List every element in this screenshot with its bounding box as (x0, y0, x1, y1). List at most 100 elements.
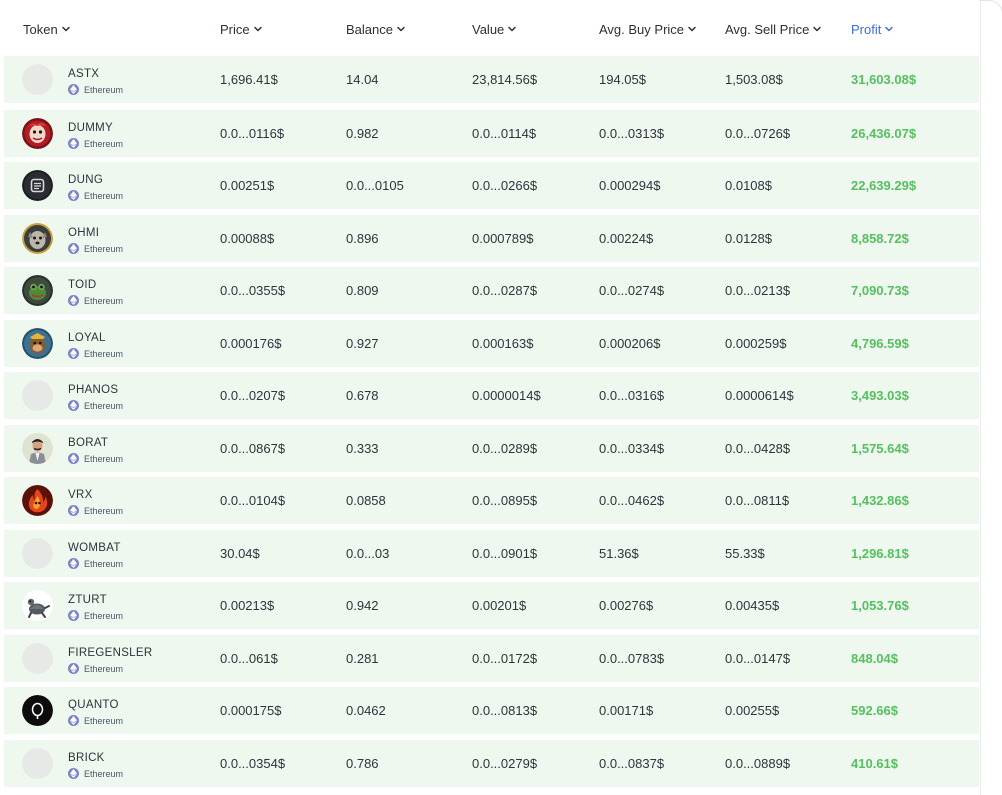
table-row[interactable]: PHANOS Ethereum 0.0...0207$ 0.678 0.0000014$… (4, 372, 979, 419)
token-symbol[interactable]: ASTX (68, 68, 99, 80)
token-symbol[interactable]: DUMMY (68, 122, 113, 134)
table-row[interactable]: DUMMY Ethereum 0.0...0116$ 0.982 0.0...0114$… (4, 110, 979, 157)
token-symbol[interactable]: TOID (68, 279, 96, 291)
balance-cell: 0.678 (346, 388, 379, 403)
balance-cell: 0.333 (346, 441, 379, 456)
token-avatar (22, 380, 53, 411)
balance-cell: 0.927 (346, 336, 379, 351)
balance-cell: 0.0...03 (346, 546, 390, 561)
token-avatar (22, 643, 53, 674)
table-row[interactable]: BORAT Ethereum 0.0...0867$ 0.333 0.0...0289$… (4, 425, 979, 472)
avg-buy-price-cell: 194.05$ (599, 72, 646, 87)
profit-cell: 410.61$ (851, 756, 898, 771)
sort-profit-header[interactable]: Profit (851, 20, 894, 38)
scrollbar-thumb[interactable] (994, 14, 1000, 790)
token-profit-table: Token Price Balance Value Avg. Buy Price… (0, 0, 1002, 795)
header-label: Profit (851, 21, 882, 37)
avg-buy-price-cell: 51.36$ (599, 546, 639, 561)
avg-sell-price-cell: 0.0108$ (725, 178, 772, 193)
token-symbol[interactable]: BRICK (68, 752, 105, 764)
token-avatar (22, 275, 53, 306)
chain-label: Ethereum (84, 558, 124, 569)
table-row[interactable]: TOID Ethereum 0.0...0355$ 0.809 0.0...0287$ 0… (4, 267, 979, 314)
header-label: Avg. Sell Price (725, 21, 810, 37)
ethereum-icon (68, 453, 79, 464)
table-row[interactable]: VRX Ethereum 0.0...0104$ 0.0858 0.0...0895$ 0… (4, 477, 979, 524)
chain-label: Ethereum (84, 453, 124, 464)
table-row[interactable]: LOYAL Ethereum 0.000176$ 0.927 0.000163$ 0.00… (4, 320, 979, 367)
balance-cell: 0.982 (346, 126, 379, 141)
sort-token-header[interactable]: Token (23, 20, 71, 38)
token-symbol[interactable]: FIREGENSLER (68, 647, 152, 659)
sort-balance-header[interactable]: Balance (346, 20, 406, 38)
profit-cell: 592.66$ (851, 703, 898, 718)
token-symbol[interactable]: OHMI (68, 227, 99, 239)
balance-cell: 14.04 (346, 72, 379, 87)
table-row[interactable]: ZTURT Ethereum 0.00213$ 0.942 0.00201$ 0.0027… (4, 582, 979, 629)
value-cell: 0.000789$ (472, 231, 534, 246)
sort-price-header[interactable]: Price (220, 20, 263, 38)
balance-cell: 0.896 (346, 231, 379, 246)
value-cell: 23,814.56$ (472, 72, 538, 87)
table-row[interactable]: ASTX Ethereum 1,696.41$ 14.04 23,814.56$ 194.… (4, 56, 979, 103)
ethereum-icon (68, 610, 79, 621)
token-avatar (22, 748, 53, 779)
ethereum-icon (68, 768, 79, 779)
token-avatar (22, 538, 53, 569)
profit-cell: 8,858.72$ (851, 231, 909, 246)
scrollbar[interactable] (994, 14, 1000, 790)
balance-cell: 0.281 (346, 651, 379, 666)
sort-avg-sell-price-header[interactable]: Avg. Sell Price (725, 20, 822, 38)
token-chain: Ethereum (68, 400, 123, 411)
avg-buy-price-cell: 0.00171$ (599, 703, 654, 718)
avg-sell-price-cell: 55.33$ (725, 546, 765, 561)
token-symbol[interactable]: BORAT (68, 437, 108, 449)
table-row[interactable]: OHMI Ethereum 0.00088$ 0.896 0.000789$ 0.0022… (4, 215, 979, 262)
price-cell: 0.000176$ (220, 336, 282, 351)
token-avatar (22, 433, 53, 464)
table-row[interactable]: FIREGENSLER Ethereum 0.0...061$ 0.281 0.0...… (4, 635, 979, 682)
token-symbol[interactable]: DUNG (68, 174, 103, 186)
value-cell: 0.0...0287$ (472, 283, 538, 298)
token-avatar (22, 118, 53, 149)
chain-label: Ethereum (84, 768, 124, 779)
table-row[interactable]: QUANTO Ethereum 0.000175$ 0.0462 0.0...0813$… (4, 687, 979, 734)
chevron-down-icon (61, 24, 71, 34)
avg-sell-price-cell: 0.00255$ (725, 703, 780, 718)
ethereum-icon (68, 505, 79, 516)
avg-sell-price-cell: 0.0...0726$ (725, 126, 791, 141)
balance-cell: 0.786 (346, 756, 379, 771)
value-cell: 0.000163$ (472, 336, 534, 351)
balance-cell: 0.0462 (346, 703, 386, 718)
ethereum-icon (68, 663, 79, 674)
chain-label: Ethereum (84, 84, 124, 95)
price-cell: 0.00251$ (220, 178, 275, 193)
avg-buy-price-cell: 0.0...0462$ (599, 493, 665, 508)
value-cell: 0.0...0266$ (472, 178, 538, 193)
avg-buy-price-cell: 0.0...0334$ (599, 441, 665, 456)
table-row[interactable]: BRICK Ethereum 0.0...0354$ 0.786 0.0...0279$… (4, 740, 979, 787)
table-row[interactable]: WOMBAT Ethereum 30.04$ 0.0...03 0.0...0901$ 5… (4, 530, 979, 577)
token-symbol[interactable]: VRX (68, 489, 93, 501)
token-avatar (22, 328, 53, 359)
token-symbol[interactable]: PHANOS (68, 384, 118, 396)
profit-cell: 1,053.76$ (851, 598, 909, 613)
avg-sell-price-cell: 0.00435$ (725, 598, 780, 613)
token-symbol[interactable]: ZTURT (68, 594, 107, 606)
sort-avg-buy-price-header[interactable]: Avg. Buy Price (599, 20, 697, 38)
token-chain: Ethereum (68, 84, 123, 95)
sort-value-header[interactable]: Value (472, 20, 517, 38)
token-symbol[interactable]: WOMBAT (68, 542, 121, 554)
chevron-down-icon (687, 24, 697, 34)
chevron-down-icon (884, 24, 894, 34)
avg-buy-price-cell: 0.0...0837$ (599, 756, 665, 771)
profit-cell: 26,436.07$ (851, 126, 917, 141)
price-cell: 0.0...061$ (220, 651, 278, 666)
table-row[interactable]: DUNG Ethereum 0.00251$ 0.0...0105 0.0...0266… (4, 162, 979, 209)
avg-sell-price-cell: 0.0...0889$ (725, 756, 791, 771)
token-symbol[interactable]: QUANTO (68, 699, 119, 711)
profit-cell: 7,090.73$ (851, 283, 909, 298)
token-chain: Ethereum (68, 558, 123, 569)
token-symbol[interactable]: LOYAL (68, 332, 106, 344)
token-chain: Ethereum (68, 453, 123, 464)
